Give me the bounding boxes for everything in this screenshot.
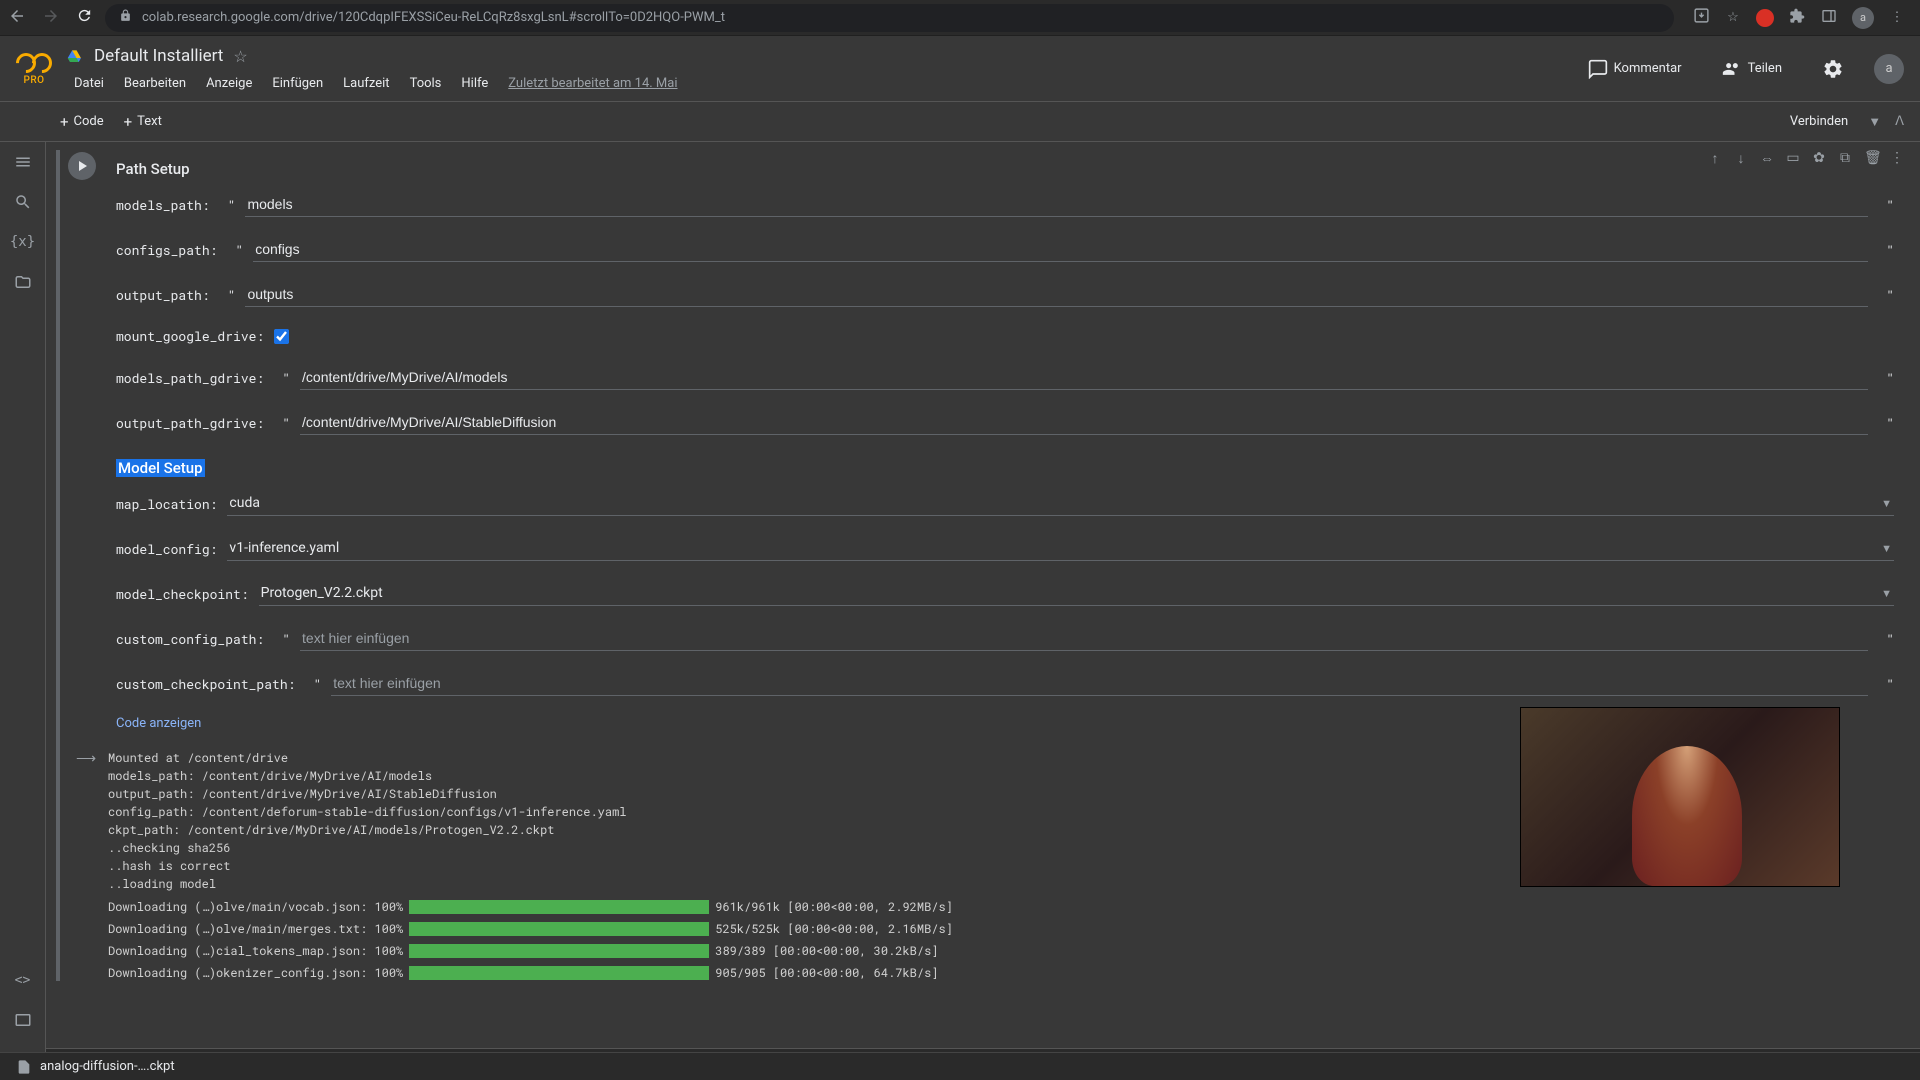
- path-setup-heading: Path Setup: [116, 160, 1894, 178]
- progress-bar: [409, 944, 709, 958]
- configs-path-input[interactable]: [253, 237, 1868, 262]
- output-path-gdrive-input[interactable]: [300, 410, 1868, 435]
- download-progress-row: Downloading (…)okenizer_config.json: 100…: [108, 965, 1910, 981]
- menu-help[interactable]: Hilfe: [453, 72, 496, 95]
- param-label: models_path_gdrive:: [116, 369, 264, 387]
- param-label: mount_google_drive:: [116, 327, 264, 345]
- comment-cell-icon[interactable]: ▭: [1782, 146, 1804, 171]
- browser-menu-icon[interactable]: ⋮: [1888, 10, 1906, 25]
- settings-button[interactable]: [1812, 52, 1854, 86]
- files-icon[interactable]: [13, 272, 33, 292]
- webcam-overlay: [1520, 707, 1840, 887]
- chevron-down-icon: ▼: [1881, 542, 1892, 555]
- param-label: map_location:: [116, 495, 217, 513]
- star-icon[interactable]: ☆: [233, 47, 247, 66]
- toolbar-chevron-icon[interactable]: ᐱ: [1891, 110, 1908, 133]
- download-progress-row: Downloading (…)olve/main/merges.txt: 100…: [108, 921, 1910, 937]
- add-text-button[interactable]: + Text: [114, 107, 172, 137]
- map-location-select[interactable]: cuda ▼: [227, 491, 1894, 516]
- models-path-input[interactable]: [245, 192, 1868, 217]
- progress-bar: [409, 900, 709, 914]
- download-progress-row: Downloading (…)cial_tokens_map.json: 100…: [108, 943, 1910, 959]
- mirror-icon[interactable]: ⧉: [1834, 146, 1856, 171]
- file-icon: [16, 1059, 32, 1075]
- user-avatar[interactable]: a: [1874, 54, 1904, 84]
- model-setup-heading: Model Setup: [116, 459, 205, 477]
- lock-icon: [119, 9, 132, 26]
- search-icon[interactable]: [13, 192, 33, 212]
- toc-icon[interactable]: [13, 152, 33, 172]
- move-up-icon[interactable]: ↑: [1704, 146, 1726, 171]
- menu-insert[interactable]: Einfügen: [264, 72, 331, 95]
- drive-icon: [66, 48, 84, 64]
- param-label: configs_path:: [116, 241, 217, 259]
- custom-checkpoint-path-input[interactable]: [331, 671, 1868, 696]
- browser-avatar[interactable]: a: [1852, 7, 1874, 29]
- command-palette-icon[interactable]: [13, 1010, 33, 1030]
- param-label: custom_config_path:: [116, 630, 264, 648]
- param-label: models_path:: [116, 196, 210, 214]
- param-label: output_path:: [116, 286, 210, 304]
- param-label: model_config:: [116, 540, 217, 558]
- last-edit[interactable]: Zuletzt bearbeitet am 14. Mai: [500, 72, 685, 95]
- menu-tools[interactable]: Tools: [402, 72, 450, 95]
- output-collapse-icon[interactable]: ⟶: [76, 751, 96, 767]
- progress-bar: [409, 922, 709, 936]
- extensions-icon[interactable]: [1788, 8, 1806, 28]
- install-icon[interactable]: [1692, 7, 1710, 28]
- share-icon: [1722, 59, 1742, 79]
- forward-icon[interactable]: [42, 7, 60, 29]
- recording-icon[interactable]: [1756, 9, 1774, 27]
- toolbar: + Code + Text Verbinden ▼ ᐱ: [0, 102, 1920, 142]
- url-bar[interactable]: colab.research.google.com/drive/120CdqpI…: [105, 4, 1674, 32]
- connect-dropdown-icon[interactable]: ▼: [1864, 110, 1885, 134]
- param-label: output_path_gdrive:: [116, 414, 264, 432]
- output-path-input[interactable]: [245, 282, 1868, 307]
- gear-icon: [1822, 58, 1844, 80]
- model-checkpoint-select[interactable]: Protogen_V2.2.ckpt ▼: [259, 581, 1894, 606]
- bookmark-icon[interactable]: ☆: [1724, 10, 1742, 25]
- variables-icon[interactable]: {x}: [13, 232, 33, 252]
- param-label: custom_checkpoint_path:: [116, 675, 295, 693]
- menu-view[interactable]: Anzeige: [198, 72, 260, 95]
- chevron-down-icon: ▼: [1881, 587, 1892, 600]
- link-icon[interactable]: ⇔: [1756, 146, 1778, 171]
- move-down-icon[interactable]: ↓: [1730, 146, 1752, 171]
- menu-runtime[interactable]: Laufzeit: [335, 72, 397, 95]
- downloads-bar: analog-diffusion-….ckpt: [0, 1052, 1920, 1080]
- url-text: colab.research.google.com/drive/120CdqpI…: [142, 10, 725, 25]
- chevron-down-icon: ▼: [1881, 497, 1892, 510]
- add-code-button[interactable]: + Code: [50, 107, 114, 137]
- comment-button[interactable]: Kommentar: [1578, 53, 1692, 85]
- delete-icon[interactable]: 🗑: [1860, 146, 1882, 171]
- pro-badge: PRO: [23, 75, 44, 86]
- model-config-select[interactable]: v1-inference.yaml ▼: [227, 536, 1894, 561]
- connect-button[interactable]: Verbinden: [1780, 108, 1858, 135]
- cell-toolbar: ↑ ↓ ⇔ ▭ ✿ ⧉ 🗑 ⋮: [1702, 144, 1910, 173]
- cell-settings-icon[interactable]: ✿: [1808, 146, 1830, 171]
- colab-header: PRO Default Installiert ☆ Datei Bearbeit…: [0, 36, 1920, 102]
- code-snippets-icon[interactable]: <>: [13, 970, 33, 990]
- download-item[interactable]: analog-diffusion-….ckpt: [16, 1059, 175, 1075]
- side-panel-icon[interactable]: [1820, 8, 1838, 28]
- menu-file[interactable]: Datei: [66, 72, 112, 95]
- download-progress-row: Downloading (…)olve/main/vocab.json: 100…: [108, 899, 1910, 915]
- cell-more-icon[interactable]: ⋮: [1886, 146, 1908, 171]
- notebook-title[interactable]: Default Installiert: [94, 46, 223, 66]
- run-button[interactable]: [68, 152, 96, 180]
- models-path-gdrive-input[interactable]: [300, 365, 1868, 390]
- mount-gdrive-checkbox[interactable]: [274, 329, 289, 344]
- comment-icon: [1588, 59, 1608, 79]
- reload-icon[interactable]: [76, 7, 93, 28]
- colab-logo[interactable]: PRO: [16, 51, 52, 86]
- progress-bar: [409, 966, 709, 980]
- custom-config-path-input[interactable]: [300, 626, 1868, 651]
- left-sidebar: {x} <>: [0, 142, 46, 1080]
- back-icon[interactable]: [8, 7, 26, 29]
- browser-chrome: colab.research.google.com/drive/120CdqpI…: [0, 0, 1920, 36]
- menu-edit[interactable]: Bearbeiten: [116, 72, 194, 95]
- share-button[interactable]: Teilen: [1712, 53, 1792, 85]
- param-label: model_checkpoint:: [116, 585, 249, 603]
